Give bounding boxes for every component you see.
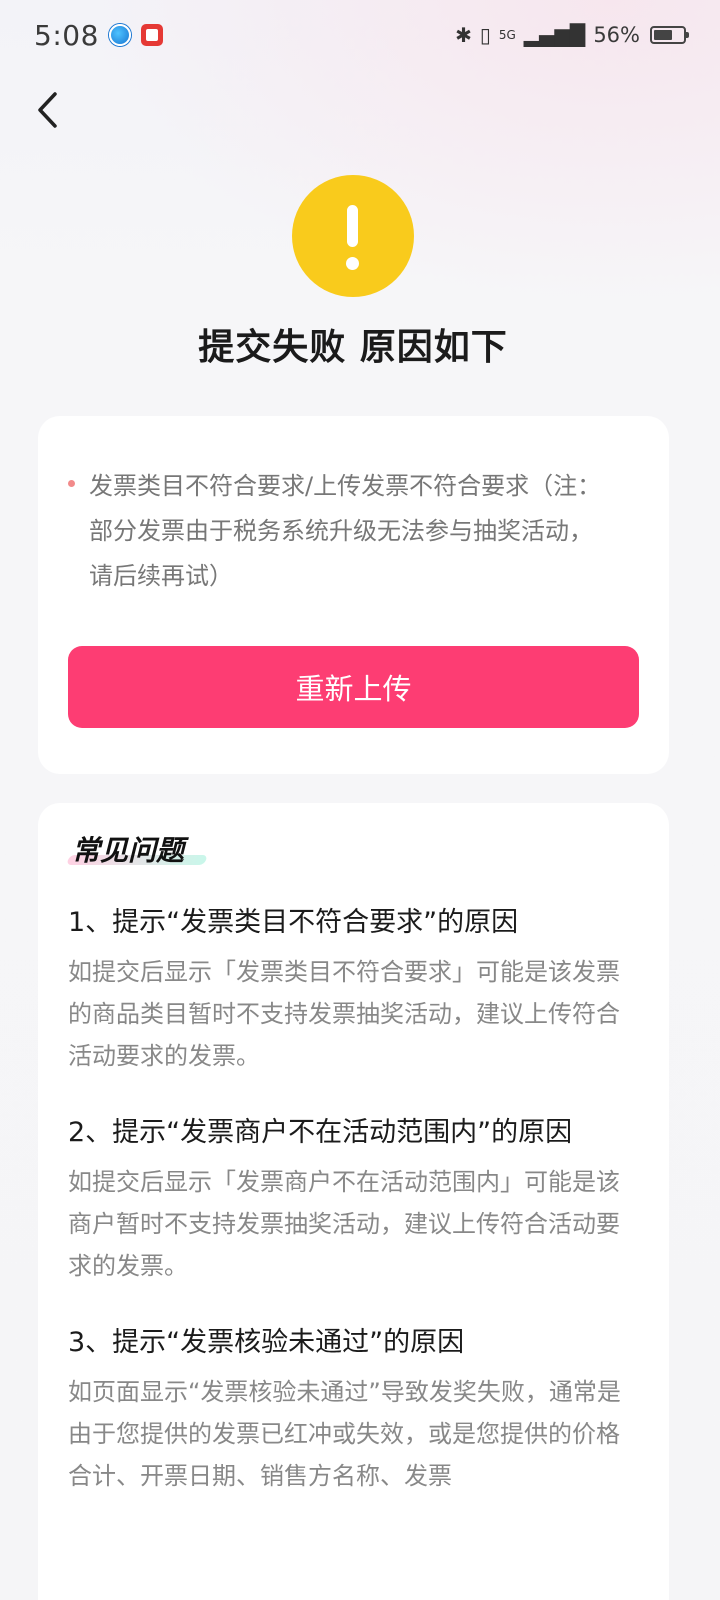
status-right: ✱ ▯ 5G ▂▄▆█ 56% <box>455 23 689 47</box>
battery-icon <box>650 26 689 44</box>
faq-item: 3、提示“发票核验未通过”的原因 如页面显示“发票核验未通过”导致发奖失败，通常… <box>68 1321 638 1497</box>
chevron-left-icon <box>38 92 57 128</box>
status-bar: 5:08 ✱ ▯ 5G ▂▄▆█ 56% <box>0 0 720 70</box>
network-type: 5G <box>498 28 516 42</box>
status-left: 5:08 <box>34 19 163 52</box>
battery-percent: 56% <box>593 23 640 47</box>
status-time: 5:08 <box>34 18 99 52</box>
faq-card: 常见问题 1、提示“发票类目不符合要求”的原因 如提交后显示「发票类目不符合要求… <box>38 803 669 1600</box>
vibrate-icon: ▯ <box>479 23 491 47</box>
signal-icon: ▂▄▆█ <box>523 23 586 47</box>
faq-question: 1、提示“发票类目不符合要求”的原因 <box>68 907 519 938</box>
faq-question: 2、提示“发票商户不在活动范围内”的原因 <box>68 1117 573 1148</box>
faq-question: 3、提示“发票核验未通过”的原因 <box>68 1327 465 1358</box>
faq-item: 2、提示“发票商户不在活动范围内”的原因 如提交后显示「发票商户不在活动范围内」… <box>68 1111 638 1287</box>
faq-answer: 如提交后显示「发票类目不符合要求」可能是该发票的商品类目暂时不支持发票抽奖活动，… <box>68 958 620 1070</box>
faq-list: 1、提示“发票类目不符合要求”的原因 如提交后显示「发票类目不符合要求」可能是该… <box>68 901 638 1531</box>
reason-item: 发票类目不符合要求/上传发票不符合要求（注：部分发票由于税务系统升级无法参与抽奖… <box>68 464 608 599</box>
warning-icon <box>292 175 414 297</box>
back-button[interactable] <box>26 86 70 134</box>
page-title: 提交失败 原因如下 <box>198 327 508 368</box>
faq-heading: 常见问题 <box>72 834 185 867</box>
bullet-icon <box>68 480 75 487</box>
app-notification-icon <box>108 24 131 46</box>
reason-text: 发票类目不符合要求/上传发票不符合要求（注：部分发票由于税务系统升级无法参与抽奖… <box>89 472 602 590</box>
faq-item: 1、提示“发票类目不符合要求”的原因 如提交后显示「发票类目不符合要求」可能是该… <box>68 901 638 1077</box>
reupload-button[interactable]: 重新上传 <box>68 646 639 728</box>
faq-answer: 如页面显示“发票核验未通过”导致发奖失败，通常是由于您提供的发票已红冲或失效，或… <box>68 1378 621 1490</box>
bluetooth-icon: ✱ <box>455 23 472 47</box>
reason-card: 发票类目不符合要求/上传发票不符合要求（注：部分发票由于税务系统升级无法参与抽奖… <box>38 416 669 774</box>
book-notification-icon <box>140 24 163 46</box>
faq-answer: 如提交后显示「发票商户不在活动范围内」可能是该商户暂时不支持发票抽奖活动，建议上… <box>68 1168 620 1280</box>
